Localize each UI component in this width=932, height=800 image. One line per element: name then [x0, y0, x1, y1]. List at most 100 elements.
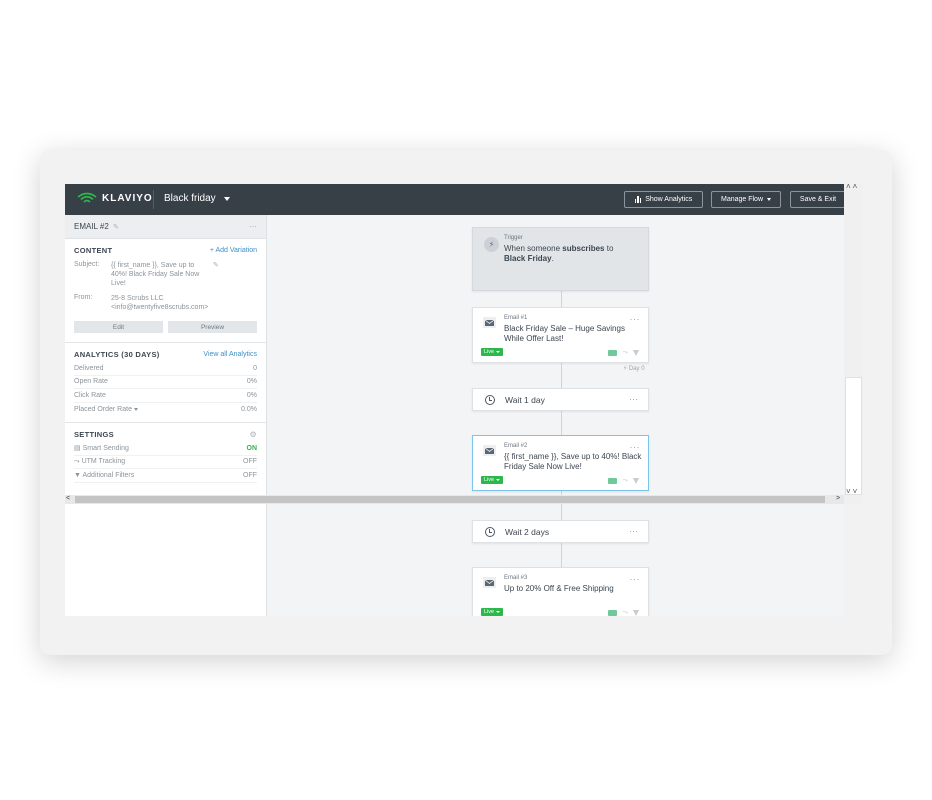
setting-value: OFF	[243, 458, 257, 466]
trigger-text-part: to	[604, 244, 614, 253]
edit-button[interactable]: Edit	[74, 321, 163, 333]
setting-row-smart-sending[interactable]: ▤ Smart Sending ON	[74, 442, 257, 456]
preview-button[interactable]: Preview	[168, 321, 257, 333]
day-text: Day 0	[628, 366, 645, 372]
caret-down-icon	[496, 351, 501, 353]
trigger-list-name: Black Friday	[504, 254, 552, 263]
utm-tracking-icon: ⤳	[622, 477, 628, 484]
live-status-badge[interactable]: Live	[481, 608, 504, 616]
save-exit-label: Save & Exit	[799, 196, 837, 203]
content-buttons: Edit Preview	[74, 321, 257, 333]
scroll-right-arrow-icon[interactable]: >	[836, 495, 840, 502]
scroll-down-arrow-icon[interactable]: ˅˅	[846, 487, 859, 496]
email-label: Email #2	[504, 443, 528, 449]
edit-subject-pencil-icon[interactable]: ✎	[213, 261, 219, 288]
card-icons: ⤳	[608, 609, 639, 616]
settings-title-row: SETTINGS ⚙	[74, 430, 257, 439]
metric-value: 0%	[246, 378, 257, 386]
filter-icon	[633, 609, 639, 616]
more-options-icon[interactable]: ···	[249, 222, 257, 231]
sidebar-email-title[interactable]: EMAIL #2 ✎	[74, 222, 119, 231]
caret-down-icon	[133, 407, 138, 411]
trend-icon: ⤳	[74, 457, 80, 465]
gear-icon[interactable]: ⚙	[250, 430, 257, 439]
envelope-icon	[483, 317, 496, 328]
email-card-1[interactable]: Email #1 ··· Black Friday Sale – Huge Sa…	[472, 307, 649, 363]
scroll-left-arrow-icon[interactable]: <	[66, 495, 70, 502]
from-row: From: 25-8 Scrubs LLC <info@twentyfive8s…	[74, 294, 257, 312]
analytics-title-row: ANALYTICS (30 DAYS) View all Analytics	[74, 350, 257, 359]
view-all-analytics-link[interactable]: View all Analytics	[203, 351, 257, 358]
email-label: Email #3	[504, 575, 528, 581]
subject-label: Subject:	[74, 261, 100, 268]
save-exit-button[interactable]: Save & Exit	[790, 191, 844, 208]
wait-card-2[interactable]: Wait 2 days ···	[472, 520, 649, 543]
more-options-icon[interactable]: ···	[630, 442, 641, 452]
klaviyo-logo[interactable]: KLAVIYO	[77, 192, 153, 204]
from-email: <info@twentyfive8scrubs.com>	[111, 304, 209, 311]
scroll-up-arrow-icon[interactable]: ˄˄	[846, 182, 859, 191]
email-card-2[interactable]: Email #2 ··· {{ first_name }}, Save up t…	[472, 435, 649, 491]
live-status-badge[interactable]: Live	[481, 476, 504, 484]
more-options-icon[interactable]: ···	[629, 394, 638, 404]
show-analytics-label: Show Analytics	[645, 196, 693, 203]
settings-list: ▤ Smart Sending ON ⤳ UTM Tracking OFF ▼ Ad…	[74, 442, 257, 483]
more-options-icon[interactable]: ···	[629, 526, 638, 536]
caret-down-icon	[496, 611, 501, 613]
email-subject: Black Friday Sale – Huge Savings While O…	[504, 324, 625, 343]
metric-label: Delivered	[74, 364, 104, 372]
add-variation-link[interactable]: + Add Variation	[210, 247, 257, 254]
envelope-icon	[483, 577, 496, 588]
message-icon: ▤	[74, 445, 81, 453]
trigger-event: subscribes	[562, 244, 605, 253]
more-options-icon[interactable]: ···	[630, 314, 641, 324]
from-name: 25-8 Scrubs LLC	[111, 295, 164, 302]
metric-value: 0.0%	[241, 405, 257, 413]
pencil-icon[interactable]: ✎	[113, 224, 119, 231]
envelope-icon	[483, 445, 496, 456]
flow-name-dropdown[interactable]: Black friday	[164, 193, 230, 204]
filter-icon	[633, 349, 639, 356]
analytics-row-placed-order-rate[interactable]: Placed Order Rate 0.0%	[74, 403, 257, 417]
smart-sending-icon	[608, 349, 618, 356]
settings-section: SETTINGS ⚙ ▤ Smart Sending ON ⤳ UTM Track…	[65, 423, 266, 483]
scrollbar-thumb[interactable]	[75, 496, 825, 503]
klaviyo-app-window: KLAVIYO Black friday Show Analytics Mana…	[65, 184, 844, 616]
trigger-card[interactable]: ⚡ Trigger When someone subscribes to Bla…	[472, 227, 649, 291]
brand-name: KLAVIYO	[102, 192, 153, 204]
flow-canvas[interactable]: ⚡ Trigger When someone subscribes to Bla…	[267, 215, 844, 616]
caret-down-icon	[496, 479, 501, 481]
setting-label: UTM Tracking	[81, 457, 126, 465]
bar-chart-icon	[634, 196, 642, 203]
wifi-logo-icon	[77, 192, 97, 203]
wait-text: Wait 2 days	[505, 527, 550, 537]
filter-icon: ▼	[74, 471, 81, 479]
status-label: Live	[484, 349, 495, 355]
email-card-3[interactable]: Email #3 ··· Up to 20% Off & Free Shippi…	[472, 567, 649, 616]
lightning-icon: ⚡	[484, 237, 499, 252]
scrollbar-thumb[interactable]	[845, 377, 862, 495]
wait-text: Wait 1 day	[505, 395, 545, 405]
setting-label-wrap: ⤳ UTM Tracking	[74, 458, 125, 466]
sidebar-header: EMAIL #2 ✎ ···	[65, 215, 266, 239]
vertical-scrollbar[interactable]	[844, 184, 863, 504]
content-title-row: CONTENT + Add Variation	[74, 246, 257, 255]
flow-name-label: Black friday	[164, 193, 216, 204]
content-title: CONTENT	[74, 246, 113, 255]
content-section: CONTENT + Add Variation Subject: {{ firs…	[65, 239, 266, 333]
setting-row-additional-filters[interactable]: ▼ Additional Filters OFF	[74, 469, 257, 483]
live-status-badge[interactable]: Live	[481, 348, 504, 356]
subject-row: Subject: {{ first_name }}, Save up to 40…	[74, 261, 257, 288]
show-analytics-button[interactable]: Show Analytics	[624, 191, 703, 208]
setting-row-utm-tracking[interactable]: ⤳ UTM Tracking OFF	[74, 456, 257, 469]
card-icons: ⤳	[608, 349, 639, 356]
email-subject: {{ first_name }}, Save up to 40%! Black …	[504, 452, 642, 471]
email-title-text: EMAIL #2	[74, 222, 109, 231]
wait-card-1[interactable]: Wait 1 day ···	[472, 388, 649, 411]
metric-value: 0%	[246, 391, 257, 399]
horizontal-scrollbar[interactable]	[65, 495, 844, 504]
manage-flow-button[interactable]: Manage Flow	[711, 191, 781, 208]
analytics-row-delivered: Delivered 0	[74, 362, 257, 376]
more-options-icon[interactable]: ···	[630, 574, 641, 584]
email-details-sidebar: EMAIL #2 ✎ ··· CONTENT + Add Variation S…	[65, 215, 267, 616]
